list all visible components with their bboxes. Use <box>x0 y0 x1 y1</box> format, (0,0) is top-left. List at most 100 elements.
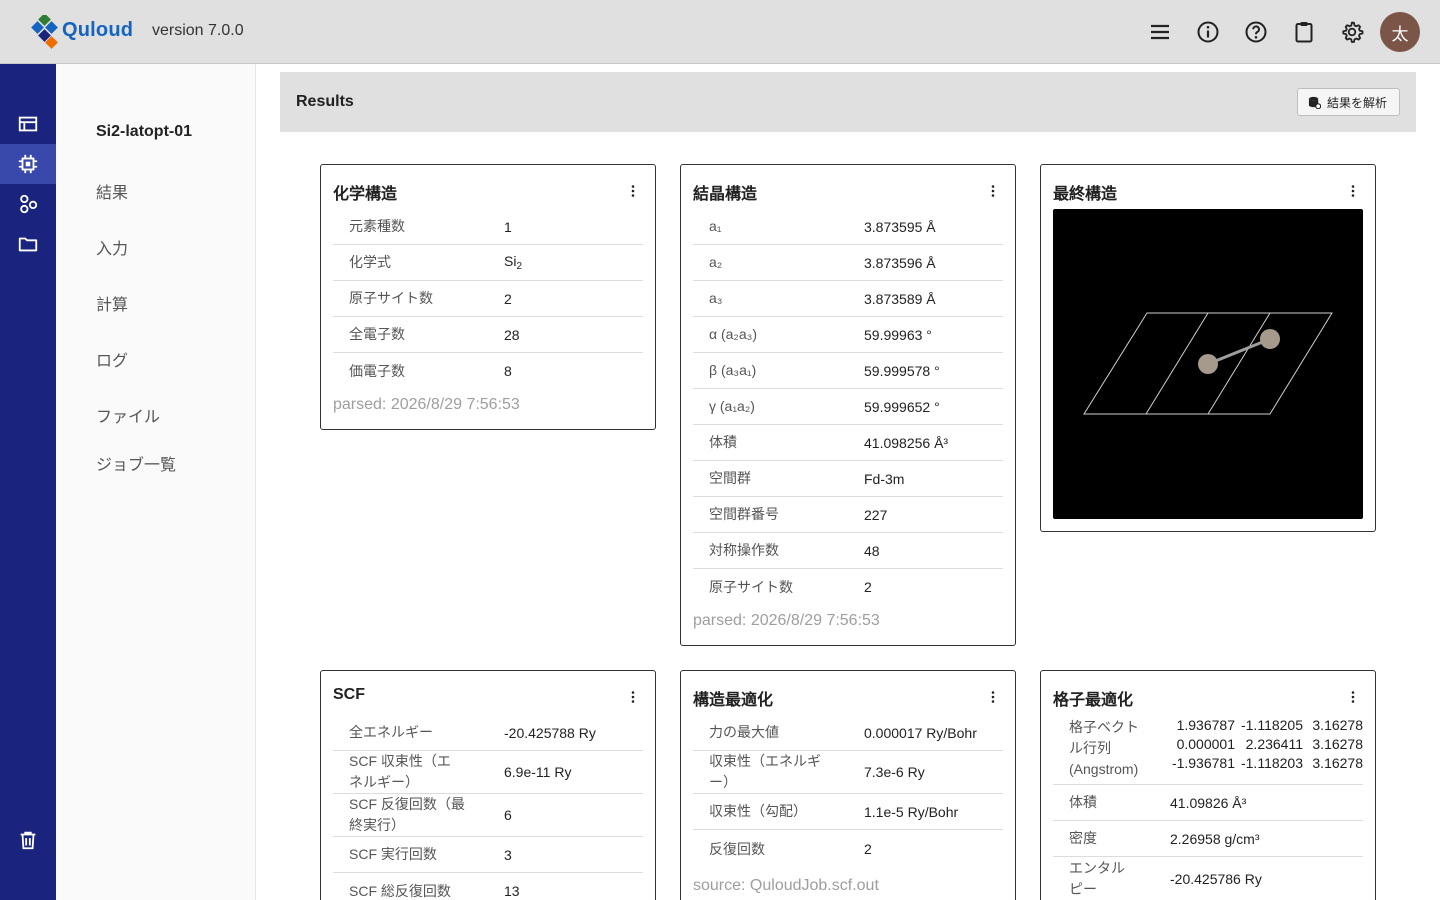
rail-item-trash[interactable] <box>0 820 56 860</box>
more-vert-icon <box>631 185 635 197</box>
row-key: 空間群番号 <box>709 506 779 522</box>
row-key: γ (a₁a₂) <box>709 398 755 414</box>
structure-3d-viewer[interactable] <box>1053 209 1363 519</box>
help-icon[interactable] <box>1244 20 1268 44</box>
row-value: Fd-3m <box>864 470 905 487</box>
app-header: Quloud version 7.0.0 太 <box>0 0 1440 64</box>
row-key: a₁ <box>709 218 722 234</box>
property-table: 全エネルギー -20.425788 Ry SCF 収束性（エネルギー） 6.9e-1… <box>333 715 643 900</box>
matrix-cell: 3.16278 <box>1312 755 1363 771</box>
row-value: 0.000017 Ry/Bohr <box>864 724 977 741</box>
card-menu-button[interactable] <box>623 181 643 201</box>
menu-icon[interactable] <box>1148 20 1172 44</box>
row-key: a₃ <box>709 290 723 306</box>
row-value: 2 <box>504 290 512 307</box>
table-row: 元素種数 1 <box>333 209 643 245</box>
table-row: α (a₂a₃) 59.99963 ° <box>693 317 1003 353</box>
card-menu-button[interactable] <box>1343 687 1363 707</box>
results-title: Results <box>296 93 354 110</box>
nav-rail <box>0 64 56 900</box>
subnav-item-files[interactable]: ファイル <box>96 403 160 427</box>
matrix-cell: 1.936787 <box>1176 717 1235 733</box>
row-key: 力の最大値 <box>709 724 779 740</box>
quloud-logo-icon[interactable] <box>30 15 60 49</box>
matrix-cell: -1.936781 <box>1171 755 1235 771</box>
rail-item-apps[interactable] <box>0 184 56 224</box>
more-vert-icon <box>991 691 995 703</box>
table-row: SCF 反復回数（最終実行） 6 <box>333 794 643 837</box>
rail-item-dashboard[interactable] <box>0 104 56 144</box>
si-atom[interactable] <box>1260 329 1280 349</box>
row-value: 8 <box>504 363 512 379</box>
row-value: 41.098256 Å³ <box>864 434 949 451</box>
info-icon[interactable] <box>1196 20 1220 44</box>
subnav-item-job-list[interactable]: ジョブ一覧 <box>96 451 176 475</box>
card-menu-button[interactable] <box>983 687 1003 707</box>
card-title: 化学構造 <box>333 186 398 203</box>
row-key: β (a₃a₁) <box>709 362 757 378</box>
rail-item-files[interactable] <box>0 224 56 264</box>
apps-icon <box>20 194 38 214</box>
subnav-item-compute[interactable]: 計算 <box>96 291 128 315</box>
row-value: -20.425788 Ry <box>504 724 596 741</box>
more-vert-icon <box>991 185 995 197</box>
table-row: 収束性（エネルギー） 7.3e-6 Ry <box>693 751 1003 794</box>
row-key: 体積 <box>1069 794 1097 810</box>
table-row: 体積 41.09826 Å³ <box>1053 785 1363 821</box>
row-key: 体積 <box>709 434 737 450</box>
card-menu-button[interactable] <box>1343 181 1363 201</box>
card-title: SCF <box>333 686 365 703</box>
row-value: 41.09826 Å³ <box>1170 794 1247 811</box>
more-vert-icon <box>1351 185 1355 197</box>
row-value: 2.26958 g/cm³ <box>1170 830 1260 847</box>
si-atom[interactable] <box>1198 354 1218 374</box>
subnav-item-results[interactable]: 結果 <box>96 179 128 203</box>
database-icon <box>1308 96 1321 109</box>
subnav-item-input[interactable]: 入力 <box>96 235 128 259</box>
row-value: 13 <box>504 883 520 899</box>
table-row: 反復回数 2 <box>693 830 1003 868</box>
clipboard-icon[interactable] <box>1292 20 1316 44</box>
chip-icon <box>18 154 38 174</box>
user-avatar[interactable]: 太 <box>1380 12 1420 52</box>
table-row: 原子サイト数 2 <box>693 569 1003 605</box>
card-menu-button[interactable] <box>983 181 1003 201</box>
crystal-structure-card: 結晶構造 a₁ 3.873595 Å a₂ 3.873596 Å a₃ 3.87358… <box>680 164 1016 646</box>
more-vert-icon <box>1351 691 1355 703</box>
row-key: a₂ <box>709 254 723 270</box>
table-row: SCF 総反復回数 13 <box>333 873 643 900</box>
row-value: 3.873589 Å <box>864 290 936 307</box>
table-row: SCF 収束性（エネルギー） 6.9e-11 Ry <box>333 751 643 794</box>
analyze-results-button[interactable]: 結果を解析 <box>1296 88 1400 116</box>
table-row: エンタルピー -20.425786 Ry <box>1053 857 1363 900</box>
matrix-cell: 3.16278 <box>1312 736 1363 752</box>
trash-icon <box>20 831 36 850</box>
final-structure-card: 最終構造 <box>1040 164 1376 532</box>
si-si-bond <box>1207 337 1271 366</box>
source-file-label: source: QuloudJob.scf.out <box>693 877 879 894</box>
row-value: 7.3e-6 Ry <box>864 764 925 780</box>
row-key: 原子サイト数 <box>709 578 793 595</box>
card-menu-button[interactable] <box>623 687 643 707</box>
row-key: 反復回数 <box>709 840 765 857</box>
card-title: 最終構造 <box>1053 186 1118 203</box>
row-value: 6 <box>504 807 512 823</box>
results-toolbar: Results 結果を解析 <box>280 72 1416 132</box>
brand-name[interactable]: Quloud <box>62 19 133 42</box>
table-row: 化学式 Si2 <box>333 245 643 281</box>
more-vert-icon <box>631 691 635 703</box>
lattice-optimization-card: 格子最適化 格子ベクトル行列 (Angstrom) 1.936787 -1.11… <box>1040 670 1376 900</box>
row-value: 2 <box>864 841 872 857</box>
rail-item-jobs[interactable] <box>0 144 56 184</box>
table-row: 対称操作数 48 <box>693 533 1003 569</box>
row-value: 3.873595 Å <box>864 218 936 235</box>
table-row: SCF 実行回数 3 <box>333 837 643 873</box>
row-key: 格子ベクトル行列 (Angstrom) <box>1069 719 1139 777</box>
version-label: version 7.0.0 <box>152 22 244 39</box>
structure-optimization-card: 構造最適化 力の最大値 0.000017 Ry/Bohr 収束性（エネルギー） 7.… <box>680 670 1016 900</box>
row-key: α (a₂a₃) <box>709 326 758 342</box>
subnav-item-log[interactable]: ログ <box>96 347 128 371</box>
row-value: 3.873596 Å <box>864 254 936 271</box>
table-row: 格子ベクトル行列 (Angstrom) 1.936787 -1.118205 3… <box>1053 715 1363 785</box>
gear-icon[interactable] <box>1340 20 1364 44</box>
